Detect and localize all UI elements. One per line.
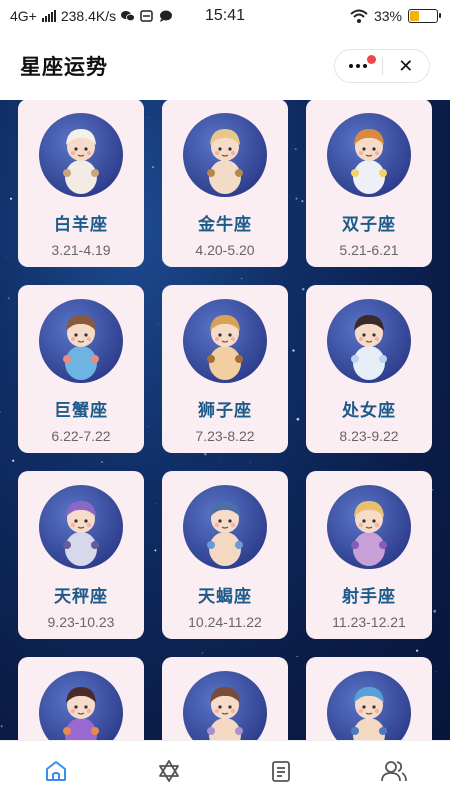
zodiac-card[interactable]: 狮子座 7.23-8.22 [162, 285, 288, 453]
zodiac-card[interactable]: 天蝎座 10.24-11.22 [162, 471, 288, 639]
gemini-icon [327, 113, 411, 197]
zodiac-dates: 8.23-9.22 [339, 428, 399, 444]
status-time: 15:41 [204, 7, 246, 24]
zodiac-card[interactable]: 射手座 11.23-12.21 [306, 471, 432, 639]
star-of-david-icon [158, 759, 179, 782]
status-bar: 4G+ 238.4K/s 15:41 33% [0, 0, 450, 32]
zodiac-card[interactable] [306, 657, 432, 740]
chat-bubble-icon [160, 10, 173, 22]
status-left: 4G+ 238.4K/s [10, 8, 173, 24]
battery-percent: 33% [373, 8, 402, 24]
users-icon [380, 760, 407, 781]
tab-horoscope[interactable] [113, 741, 226, 800]
wifi-icon [350, 9, 368, 23]
zodiac-name: 射手座 [342, 587, 396, 606]
close-button[interactable]: ✕ [383, 50, 430, 82]
zodiac-name: 狮子座 [198, 401, 252, 420]
zodiac-card[interactable]: 处女座 8.23-9.22 [306, 285, 432, 453]
tab-bar [0, 740, 450, 800]
zodiac-card[interactable]: 双子座 5.21-6.21 [306, 100, 432, 267]
home-icon [46, 760, 67, 781]
zodiac-dates: 10.24-11.22 [188, 614, 262, 630]
zodiac-card[interactable]: 天秤座 9.23-10.23 [18, 471, 144, 639]
tab-profile[interactable] [338, 741, 450, 800]
close-icon: ✕ [398, 55, 414, 76]
zodiac-card[interactable]: 白羊座 3.21-4.19 [18, 100, 144, 267]
wechat-icon [121, 11, 136, 22]
zodiac-name: 金牛座 [198, 215, 252, 234]
zodiac-dates: 7.23-8.22 [195, 428, 255, 444]
sagittarius-icon [327, 485, 411, 569]
zodiac-card[interactable]: 金牛座 4.20-5.20 [162, 100, 288, 267]
zodiac-name: 天蝎座 [198, 587, 252, 606]
status-right: 33% [350, 8, 441, 24]
pisces-icon [327, 671, 411, 740]
zodiac-dates: 6.22-7.22 [51, 428, 111, 444]
libra-icon [39, 485, 123, 569]
zodiac-dates: 4.20-5.20 [195, 242, 255, 258]
zodiac-content[interactable]: 白羊座 3.21-4.19 金牛座 4.20-5.20 双子座 5.21-6.21 巨蟹座 6… [0, 100, 450, 740]
network-speed: 238.4K/s [60, 8, 117, 24]
taurus-icon [183, 113, 267, 197]
more-icon [349, 64, 368, 68]
capricorn-icon [39, 671, 123, 740]
zodiac-dates: 3.21-4.19 [51, 242, 111, 258]
battery-icon [408, 9, 441, 23]
miniprogram-capsule: ✕ [334, 49, 430, 83]
leo-icon [183, 299, 267, 383]
network-type: 4G+ [10, 8, 37, 24]
aquarius-icon [183, 671, 267, 740]
zodiac-card[interactable] [18, 657, 144, 740]
zodiac-name: 双子座 [342, 215, 396, 234]
zodiac-name: 白羊座 [54, 215, 108, 234]
zodiac-name: 巨蟹座 [54, 401, 108, 420]
notification-badge-dot [366, 55, 376, 64]
zodiac-grid: 白羊座 3.21-4.19 金牛座 4.20-5.20 双子座 5.21-6.21 巨蟹座 6… [18, 100, 432, 740]
zodiac-name: 处女座 [342, 401, 396, 420]
signal-icon [41, 10, 56, 22]
virgo-icon [327, 299, 411, 383]
tab-articles[interactable] [225, 741, 338, 800]
zodiac-card[interactable] [162, 657, 288, 740]
header: 星座运势 ✕ [0, 32, 450, 100]
zodiac-dates: 11.23-12.21 [332, 614, 406, 630]
page-title: 星座运势 [20, 56, 108, 79]
notification-icon [140, 10, 153, 22]
aries-icon [39, 113, 123, 197]
zodiac-dates: 9.23-10.23 [47, 614, 115, 630]
zodiac-dates: 5.21-6.21 [339, 242, 399, 258]
scorpio-icon [183, 485, 267, 569]
more-button[interactable] [335, 50, 382, 82]
zodiac-card[interactable]: 巨蟹座 6.22-7.22 [18, 285, 144, 453]
cancer-icon [39, 299, 123, 383]
notes-icon [272, 760, 291, 782]
tab-home[interactable] [0, 741, 113, 800]
zodiac-name: 天秤座 [54, 587, 108, 606]
